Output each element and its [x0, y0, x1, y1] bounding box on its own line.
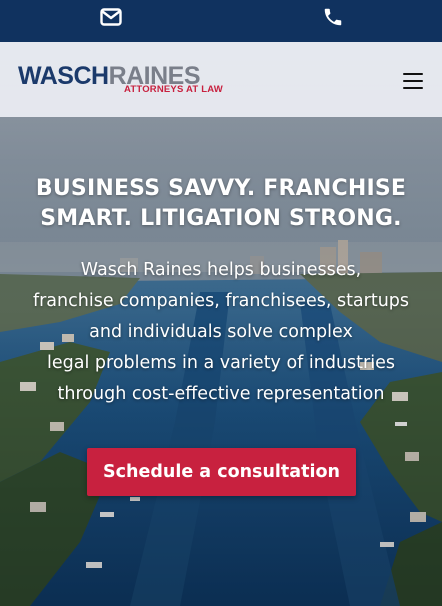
logo[interactable]: WASCHRAINES ATTORNEYS AT LAW	[18, 63, 228, 97]
phone-icon	[324, 8, 342, 26]
hero-text-line-1: Wasch Raines helps businesses,	[80, 260, 362, 280]
hero-title: BUSINESS SAVVY. FRANCHISE SMART. LITIGAT…	[16, 174, 426, 234]
hero-text-line-4: legal problems in a variety of industrie…	[47, 353, 395, 373]
hero-text-line-3: and individuals solve complex	[89, 322, 353, 342]
phone-link[interactable]	[320, 5, 346, 29]
hamburger-menu-icon[interactable]	[401, 71, 425, 91]
hero-title-line-1: BUSINESS SAVVY. FRANCHISE	[35, 176, 407, 201]
hero-title-line-2: SMART. LITIGATION STRONG.	[40, 206, 402, 231]
logo-tagline: ATTORNEYS AT LAW	[124, 84, 223, 95]
contact-bar	[0, 0, 442, 42]
page: WASCHRAINES ATTORNEYS AT LAW BUSINESS SA…	[0, 0, 442, 606]
site-header: WASCHRAINES ATTORNEYS AT LAW	[0, 42, 442, 117]
hero-description: Wasch Raines helps businesses, franchise…	[8, 255, 434, 410]
email-link[interactable]	[98, 5, 124, 29]
hero-section: BUSINESS SAVVY. FRANCHISE SMART. LITIGAT…	[0, 42, 442, 606]
hero-text-line-2: franchise companies, franchisees, startu…	[32, 291, 410, 311]
envelope-icon	[100, 8, 122, 26]
hero-text-line-5: through cost-effective representation	[57, 384, 385, 404]
hero-content: BUSINESS SAVVY. FRANCHISE SMART. LITIGAT…	[0, 42, 442, 606]
schedule-consultation-button[interactable]: Schedule a consultation	[87, 448, 356, 496]
logo-word-wasch: WASCH	[18, 62, 109, 90]
